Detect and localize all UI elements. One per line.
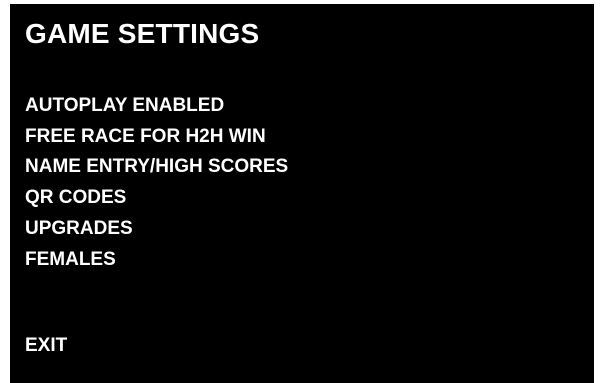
menu-item-qr-codes[interactable]: QR CODES xyxy=(25,183,288,214)
page-title: GAME SETTINGS xyxy=(25,18,260,49)
settings-screen: GAME SETTINGS AUTOPLAY ENABLED FREE RACE… xyxy=(10,4,594,383)
menu-item-autoplay-enabled[interactable]: AUTOPLAY ENABLED xyxy=(25,91,288,122)
settings-menu: AUTOPLAY ENABLED FREE RACE FOR H2H WIN N… xyxy=(25,91,288,275)
exit-menu-item[interactable]: EXIT xyxy=(25,331,67,361)
menu-item-upgrades[interactable]: UPGRADES xyxy=(25,214,288,245)
menu-item-free-race-for-h2h-win[interactable]: FREE RACE FOR H2H WIN xyxy=(25,122,288,153)
menu-item-name-entry-high-scores[interactable]: NAME ENTRY/HIGH SCORES xyxy=(25,152,288,183)
menu-item-females[interactable]: FEMALES xyxy=(25,245,288,276)
